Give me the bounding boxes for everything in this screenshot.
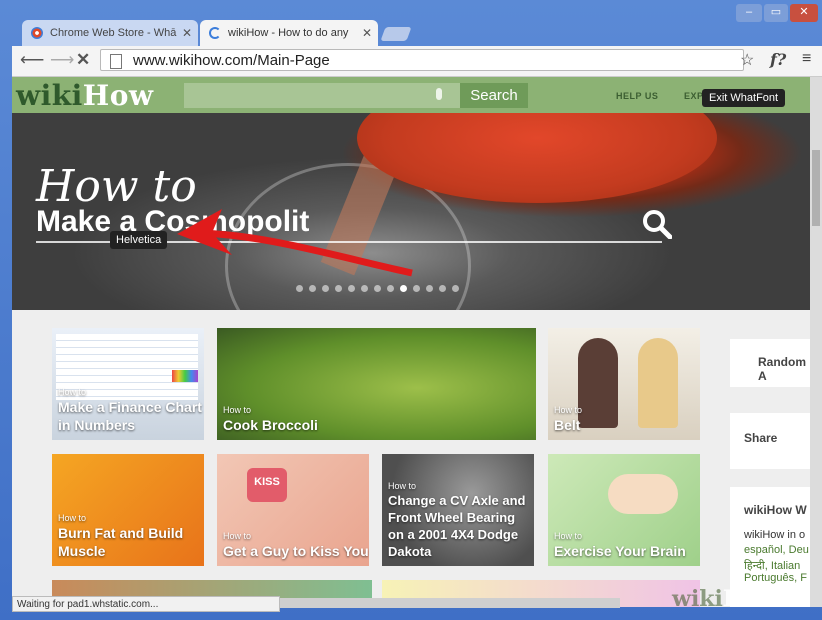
carousel-dot[interactable]: [426, 285, 433, 292]
whatfont-icon[interactable]: f?: [770, 50, 786, 69]
carousel-dot[interactable]: [452, 285, 459, 292]
people-image: [578, 338, 618, 428]
card-caption: How to Burn Fat and Build Muscle: [58, 513, 184, 559]
close-icon[interactable]: ✕: [362, 20, 372, 46]
carousel-dot[interactable]: [322, 285, 329, 292]
star-icon[interactable]: ☆: [740, 50, 754, 70]
maximize-button[interactable]: ▭: [764, 4, 788, 22]
chart-swatch-image: [172, 370, 198, 382]
new-tab-button[interactable]: [380, 27, 412, 41]
explore-link[interactable]: EXP: [684, 91, 704, 101]
article-card[interactable]: How to Belt: [548, 328, 700, 440]
horizontal-scrollbar[interactable]: [280, 598, 620, 608]
carousel-dot[interactable]: [400, 285, 407, 292]
font-tooltip: Helvetica: [110, 231, 168, 249]
microphone-icon[interactable]: [436, 88, 442, 100]
menu-icon[interactable]: ≡: [802, 50, 811, 68]
wikihow-watermark: wikiHow: [672, 586, 778, 612]
carousel-dots[interactable]: [296, 279, 465, 297]
article-card[interactable]: KISS How to Get a Guy to Kiss You: [217, 454, 369, 566]
address-bar[interactable]: www.wikihow.com/Main-Page: [100, 49, 744, 71]
wikihow-worldwide-text: wikiHow in o: [744, 529, 806, 541]
tab-strip: Chrome Web Store - Whā ✕ wikiHow - How t…: [0, 0, 822, 46]
carousel-dot[interactable]: [309, 285, 316, 292]
card-caption: How to Cook Broccoli: [223, 405, 318, 433]
minimize-button[interactable]: –: [736, 4, 762, 22]
carousel-dot[interactable]: [374, 285, 381, 292]
tab-title: wikiHow - How to do any: [228, 27, 349, 39]
forward-icon[interactable]: ⟶: [50, 50, 74, 70]
wikihow-worldwide-title: wikiHow W: [744, 503, 807, 517]
tab-wikihow[interactable]: wikiHow - How to do any ✕: [200, 20, 378, 46]
kiss-sign-image: KISS: [247, 468, 287, 502]
page-viewport: wikiHow Search HELP US EXP Exit WhatFont…: [12, 77, 810, 607]
card-caption: How to Make a Finance Chart in Numbers: [58, 387, 202, 433]
carousel-dot[interactable]: [439, 285, 446, 292]
share-label: Share: [744, 431, 778, 445]
hero-banner[interactable]: How to Make a Cosmopolit Helvetica: [12, 113, 810, 310]
close-icon[interactable]: ✕: [182, 20, 192, 46]
tab-title: Chrome Web Store - Whā: [50, 27, 177, 39]
language-links[interactable]: Português, F: [744, 572, 807, 584]
exit-whatfont-tooltip[interactable]: Exit WhatFont: [702, 89, 786, 107]
article-card[interactable]: How to Change a CV Axle and Front Wheel B…: [382, 454, 534, 566]
close-window-button[interactable]: ✕: [790, 4, 818, 22]
random-article-label[interactable]: Random A: [758, 355, 810, 383]
tab-chrome-web-store[interactable]: Chrome Web Store - Whā ✕: [22, 20, 198, 46]
wikihow-logo[interactable]: wikiHow: [16, 77, 154, 115]
people-image: [638, 338, 678, 428]
article-card[interactable]: How to Cook Broccoli: [217, 328, 536, 440]
card-caption: How to Exercise Your Brain: [554, 531, 686, 559]
url-text: www.wikihow.com/Main-Page: [133, 52, 330, 69]
random-article-box[interactable]: Random A: [730, 339, 810, 387]
status-bar: Waiting for pad1.whstatic.com...: [12, 596, 280, 612]
article-card[interactable]: How to Exercise Your Brain: [548, 454, 700, 566]
carousel-dot[interactable]: [348, 285, 355, 292]
search-input[interactable]: [184, 83, 460, 108]
card-caption: How to Get a Guy to Kiss You: [223, 531, 369, 559]
carousel-dot[interactable]: [296, 285, 303, 292]
scrollbar-thumb[interactable]: [812, 150, 820, 226]
toolbar: ⟵ ⟶ ✕ www.wikihow.com/Main-Page ☆ f? ≡: [12, 46, 822, 77]
loading-icon: [209, 27, 221, 39]
carousel-dot[interactable]: [361, 285, 368, 292]
back-icon[interactable]: ⟵: [20, 50, 44, 70]
help-us-link[interactable]: HELP US: [616, 91, 658, 101]
page-icon: [110, 54, 122, 69]
carousel-dot[interactable]: [387, 285, 394, 292]
card-caption: How to Change a CV Axle and Front Wheel B…: [388, 481, 526, 559]
article-card[interactable]: How to Make a Finance Chart in Numbers: [52, 328, 204, 440]
card-caption: How to Belt: [554, 405, 583, 433]
search-button[interactable]: Search: [460, 83, 528, 108]
carousel-dot[interactable]: [413, 285, 420, 292]
site-header: wikiHow Search HELP US EXP Exit WhatFont: [12, 77, 810, 113]
language-links[interactable]: हिन्दी, Italian: [744, 558, 800, 573]
share-box: Share: [730, 413, 810, 469]
chrome-store-icon: [31, 27, 43, 39]
carousel-dot[interactable]: [335, 285, 342, 292]
stop-icon[interactable]: ✕: [76, 50, 90, 70]
language-links[interactable]: español, Deu: [744, 544, 809, 556]
article-card[interactable]: How to Burn Fat and Build Muscle: [52, 454, 204, 566]
hand-drawing-image: [608, 474, 678, 514]
